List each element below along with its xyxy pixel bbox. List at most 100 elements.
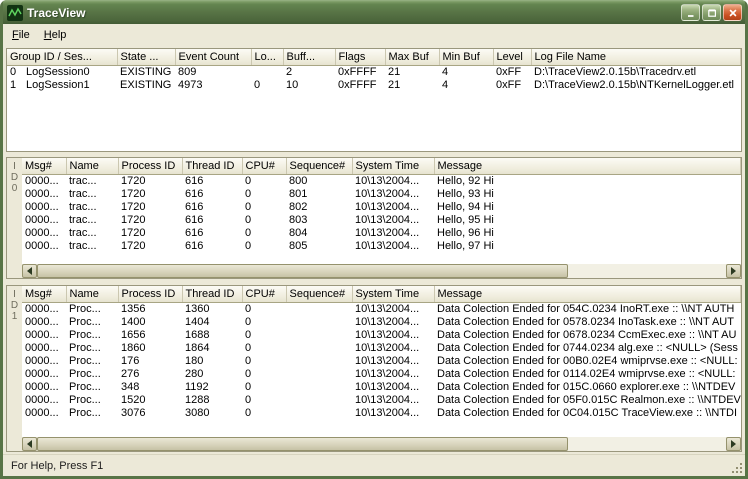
- table-cell: trac...: [66, 214, 118, 227]
- resize-grip[interactable]: [731, 462, 744, 475]
- table-row[interactable]: 0000...trac...1720616080410\13\2004...He…: [22, 227, 741, 240]
- scrollbar-thumb[interactable]: [37, 264, 568, 278]
- log-main-0: Msg#NameProcess IDThread IDCPU#Sequence#…: [22, 158, 741, 278]
- table-cell: Data Colection Ended for 0114.02E4 wmipr…: [434, 368, 741, 381]
- scrollbar-thumb[interactable]: [37, 437, 568, 451]
- table-cell: 10\13\2004...: [352, 214, 434, 227]
- column-header[interactable]: Lo...: [251, 49, 283, 65]
- table-cell: Hello, 92 Hi: [434, 174, 741, 188]
- table-row[interactable]: 0000...trac...1720616080110\13\2004...He…: [22, 188, 741, 201]
- column-header[interactable]: Sequence#: [286, 286, 352, 302]
- column-header[interactable]: Process ID: [118, 158, 182, 174]
- scrollbar-track[interactable]: [37, 264, 726, 278]
- table-row[interactable]: 0000...Proc...18601864010\13\2004...Data…: [22, 342, 741, 355]
- column-header[interactable]: Event Count: [175, 49, 251, 65]
- window-controls: [681, 4, 742, 21]
- table-cell: 0xFFFF: [335, 79, 385, 92]
- trace-waveform-icon: [7, 5, 23, 21]
- scroll-right-button[interactable]: [726, 437, 741, 451]
- column-header[interactable]: CPU#: [242, 286, 286, 302]
- title-bar[interactable]: TraceView: [3, 0, 745, 24]
- table-row[interactable]: 0000...Proc...14001404010\13\2004...Data…: [22, 316, 741, 329]
- table-row[interactable]: 1LogSession1EXISTING49730100xFFFF2140xFF…: [7, 79, 741, 92]
- table-row[interactable]: 0000...Proc...176180010\13\2004...Data C…: [22, 355, 741, 368]
- column-header[interactable]: Name: [66, 158, 118, 174]
- table-cell: Hello, 94 Hi: [434, 201, 741, 214]
- table-row[interactable]: 0000...Proc...15201288010\13\2004...Data…: [22, 394, 741, 407]
- column-header[interactable]: State ...: [117, 49, 175, 65]
- table-cell: 276: [118, 368, 182, 381]
- table-cell: 1400: [118, 316, 182, 329]
- table-row[interactable]: 0000...Proc...276280010\13\2004...Data C…: [22, 368, 741, 381]
- table-row[interactable]: 0000...Proc...3481192010\13\2004...Data …: [22, 381, 741, 394]
- column-header[interactable]: Thread ID: [182, 158, 242, 174]
- table-cell: 0: [242, 214, 286, 227]
- table-row[interactable]: 0000...trac...1720616080210\13\2004...He…: [22, 201, 741, 214]
- table-row[interactable]: 0000...trac...1720616080510\13\2004...He…: [22, 240, 741, 253]
- table-cell: 1720: [118, 240, 182, 253]
- maximize-button[interactable]: [702, 4, 721, 21]
- table-cell: 0: [242, 240, 286, 253]
- table-cell: 0: [242, 368, 286, 381]
- column-header[interactable]: Sequence#: [286, 158, 352, 174]
- table-row[interactable]: 0LogSession0EXISTING80920xFFFF2140xFFD:\…: [7, 65, 741, 79]
- table-row[interactable]: 0000...Proc...13561360010\13\2004...Data…: [22, 302, 741, 316]
- column-header[interactable]: Level: [493, 49, 531, 65]
- table-row[interactable]: 0000...Proc...16561688010\13\2004...Data…: [22, 329, 741, 342]
- column-header[interactable]: Group ID / Ses...: [7, 49, 117, 65]
- scroll-left-button[interactable]: [22, 437, 37, 451]
- maximize-icon: [707, 8, 717, 18]
- table-cell: 0: [242, 342, 286, 355]
- table-cell: Proc...: [66, 407, 118, 420]
- column-header[interactable]: Log File Name: [531, 49, 740, 65]
- column-header[interactable]: Name: [66, 286, 118, 302]
- scroll-right-button[interactable]: [726, 264, 741, 278]
- session-id-strip-0: I D 0: [7, 158, 22, 278]
- table-cell: 0000...: [22, 355, 66, 368]
- column-header[interactable]: System Time: [352, 286, 434, 302]
- menu-item-file[interactable]: File: [5, 26, 37, 44]
- table-cell: 1720: [118, 227, 182, 240]
- column-header[interactable]: CPU#: [242, 158, 286, 174]
- table-row[interactable]: 0000...trac...1720616080310\13\2004...He…: [22, 214, 741, 227]
- column-header[interactable]: Thread ID: [182, 286, 242, 302]
- table-cell: 616: [182, 214, 242, 227]
- scroll-left-button[interactable]: [22, 264, 37, 278]
- table-cell: 10\13\2004...: [352, 174, 434, 188]
- table-cell: 802: [286, 201, 352, 214]
- column-header[interactable]: Max Buf: [385, 49, 439, 65]
- table-cell: 0: [242, 188, 286, 201]
- column-header[interactable]: Flags: [335, 49, 385, 65]
- column-header[interactable]: Message: [434, 286, 741, 302]
- table-cell: D:\TraceView2.0.15b\Tracedrv.etl: [531, 65, 740, 79]
- column-header[interactable]: Buff...: [283, 49, 335, 65]
- menu-bar: File Help: [3, 24, 745, 45]
- column-header[interactable]: Msg#: [22, 286, 66, 302]
- table-cell: 10\13\2004...: [352, 329, 434, 342]
- table-cell: 4973: [175, 79, 251, 92]
- column-header[interactable]: Msg#: [22, 158, 66, 174]
- table-cell: EXISTING: [117, 79, 175, 92]
- close-button[interactable]: [723, 4, 742, 21]
- table-cell: 0000...: [22, 329, 66, 342]
- column-header[interactable]: Message: [434, 158, 741, 174]
- table-cell: 801: [286, 188, 352, 201]
- table-cell: 2: [283, 65, 335, 79]
- table-row[interactable]: 0000...trac...1720616080010\13\2004...He…: [22, 174, 741, 188]
- menu-item-help[interactable]: Help: [37, 26, 74, 44]
- traceview-app-icon[interactable]: [7, 5, 23, 21]
- scrollbar-track[interactable]: [37, 437, 726, 451]
- horizontal-scrollbar[interactable]: [22, 264, 741, 278]
- table-cell: 4: [439, 79, 493, 92]
- horizontal-scrollbar[interactable]: [22, 437, 741, 451]
- table-row[interactable]: 0000...Proc...30763080010\13\2004...Data…: [22, 407, 741, 420]
- minimize-button[interactable]: [681, 4, 700, 21]
- column-header[interactable]: System Time: [352, 158, 434, 174]
- column-header[interactable]: Process ID: [118, 286, 182, 302]
- minimize-icon: [686, 8, 696, 18]
- id-strip-letter: I: [7, 161, 22, 172]
- sessions-panel: Group ID / Ses... State ... Event Count …: [6, 48, 742, 152]
- table-cell: [286, 381, 352, 394]
- table-cell: [286, 355, 352, 368]
- column-header[interactable]: Min Buf: [439, 49, 493, 65]
